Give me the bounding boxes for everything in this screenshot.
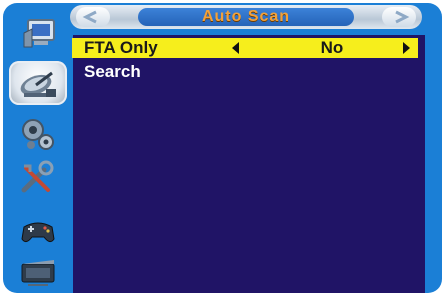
arrow-left-icon[interactable] — [232, 42, 240, 54]
sidebar-item-system[interactable] — [13, 115, 63, 153]
menu-item-fta-only[interactable]: FTA Only No — [72, 38, 418, 58]
menu-item-label: FTA Only — [84, 38, 158, 57]
chevron-right-icon — [395, 10, 410, 24]
title-cap-left — [76, 7, 110, 27]
sidebar-item-antenna[interactable] — [9, 61, 67, 105]
tools-icon — [21, 160, 54, 193]
sidebar-item-tools[interactable] — [13, 159, 63, 197]
media-player-icon — [21, 260, 55, 286]
sidebar-item-installation[interactable] — [13, 15, 63, 53]
satellite-dish-icon — [20, 71, 56, 97]
sidebar-item-media[interactable] — [13, 253, 63, 291]
menu-item-value: No — [320, 38, 344, 57]
tv-installation-icon — [23, 19, 55, 48]
gamepad-icon — [21, 222, 55, 243]
menu-item-label: Search — [84, 62, 141, 81]
arrow-right-icon[interactable] — [402, 42, 410, 54]
title-center: Auto Scan — [138, 8, 354, 26]
title-cap-right — [382, 7, 416, 27]
sidebar — [7, 11, 69, 289]
sidebar-item-games[interactable] — [13, 211, 63, 249]
chevron-left-icon — [82, 10, 97, 24]
title-bar: Auto Scan — [70, 5, 422, 29]
page-title: Auto Scan — [201, 8, 291, 25]
menu-item-search[interactable]: Search — [72, 62, 418, 82]
settings-gears-icon — [22, 119, 54, 150]
